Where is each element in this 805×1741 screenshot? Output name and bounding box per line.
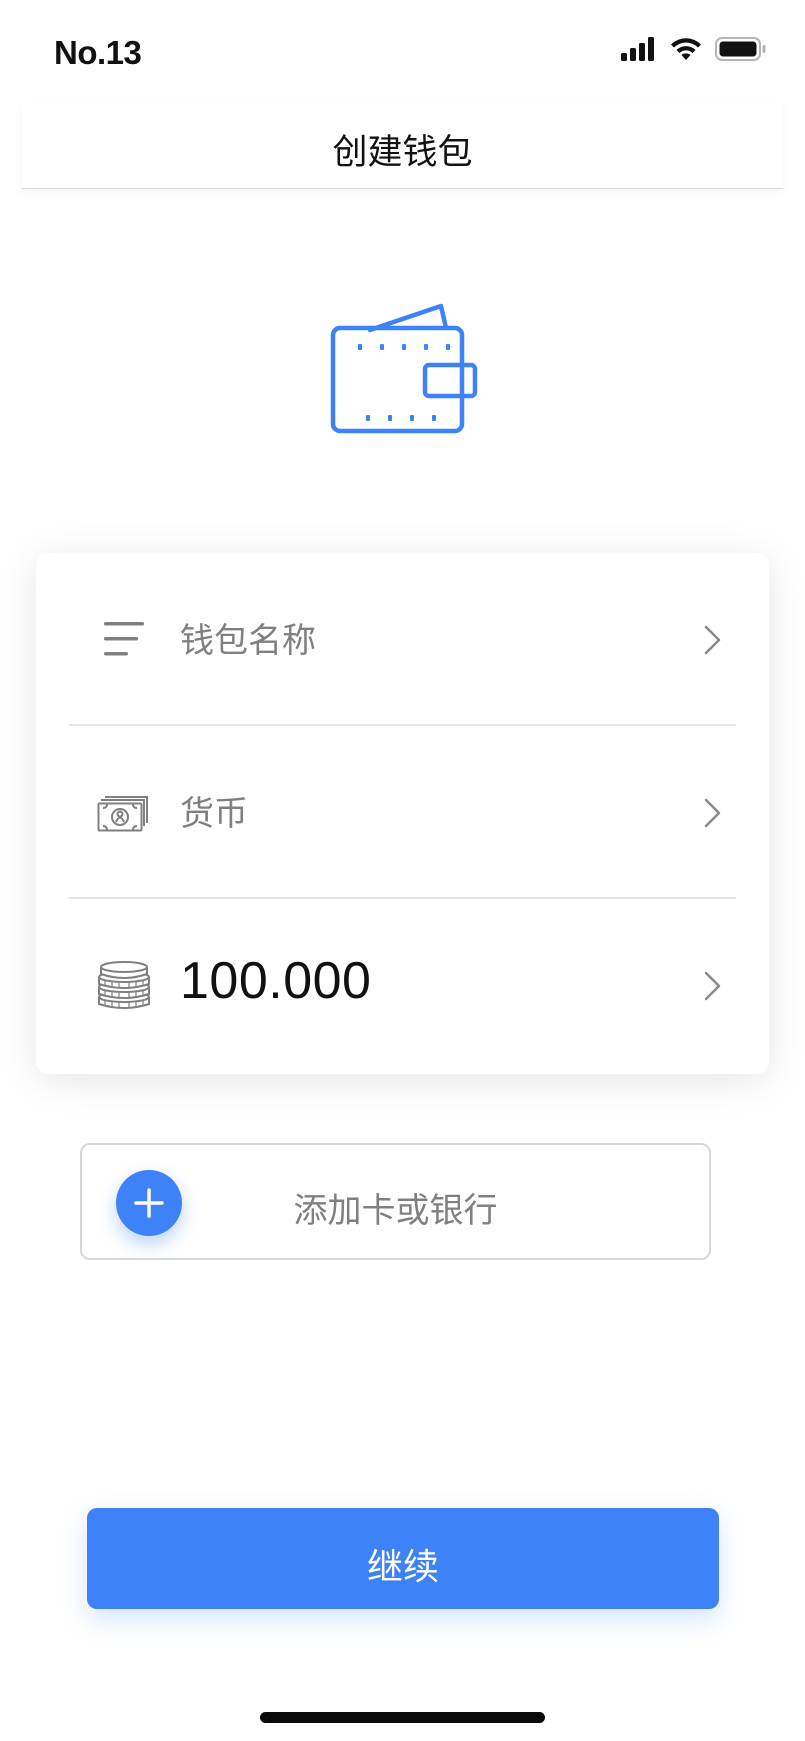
continue-button[interactable]: 继续 [87,1508,719,1609]
chevron-right-icon [701,796,725,830]
add-card-label: 添加卡或银行 [293,1191,498,1231]
wifi-icon [669,36,703,66]
chevron-right-icon [701,623,725,657]
wallet-icon [326,300,478,438]
cellular-signal-icon [621,37,657,65]
amount-value: 100.000 [180,952,372,1010]
currency-row[interactable]: 货币 [36,726,769,898]
chevron-right-icon [701,969,725,1003]
banknote-icon [94,782,154,842]
wallet-form-card: 钱包名称 货币 100.000 [36,553,769,1074]
add-card-or-bank-button[interactable]: 添加卡或银行 [80,1143,711,1260]
currency-label: 货币 [180,794,248,834]
coin-stack-icon [94,955,154,1015]
menu-lines-icon [94,609,154,669]
continue-label: 继续 [366,1547,439,1588]
status-icons [621,36,767,66]
wallet-name-label: 钱包名称 [180,621,316,661]
status-carrier: No.13 [54,34,142,71]
status-bar: No.13 [0,0,805,100]
amount-row[interactable]: 100.000 [36,899,769,1071]
page-title: 创建钱包 [332,133,473,173]
wallet-name-row[interactable]: 钱包名称 [36,553,769,725]
battery-icon [715,36,767,66]
home-indicator[interactable] [260,1712,545,1723]
nav-bar: 创建钱包 [22,100,783,189]
